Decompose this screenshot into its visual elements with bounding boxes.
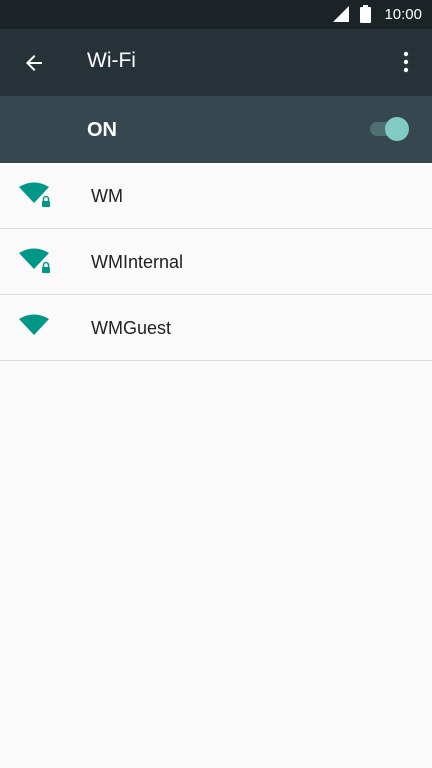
switch-thumb [385,117,409,141]
network-item-wmguest[interactable]: WMGuest [0,295,432,361]
network-item-wminternal[interactable]: WMInternal [0,229,432,295]
wifi-locked-icon [19,182,50,207]
more-vert-icon[interactable] [394,50,418,74]
wifi-locked-icon [19,248,50,273]
arrow-left-icon[interactable] [22,51,46,75]
app-bar: Wi-Fi [0,29,432,96]
wifi-state-label: ON [87,119,117,141]
wifi-open-icon [19,314,49,335]
battery-icon [360,5,371,23]
page-title: Wi-Fi [87,49,136,72]
cellular-signal-icon [333,6,349,22]
network-ssid: WMGuest [91,318,172,338]
network-ssid: WMInternal [91,252,184,272]
wifi-toggle-switch[interactable] [370,116,410,142]
status-bar: 10:00 [0,0,432,29]
network-item-wm[interactable]: WM [0,163,432,229]
wifi-master-toggle-bar[interactable]: ON [0,96,432,163]
status-time: 10:00 [384,6,422,23]
network-ssid: WM [91,186,123,206]
network-list: WM WMInternal WMGuest [0,163,432,361]
